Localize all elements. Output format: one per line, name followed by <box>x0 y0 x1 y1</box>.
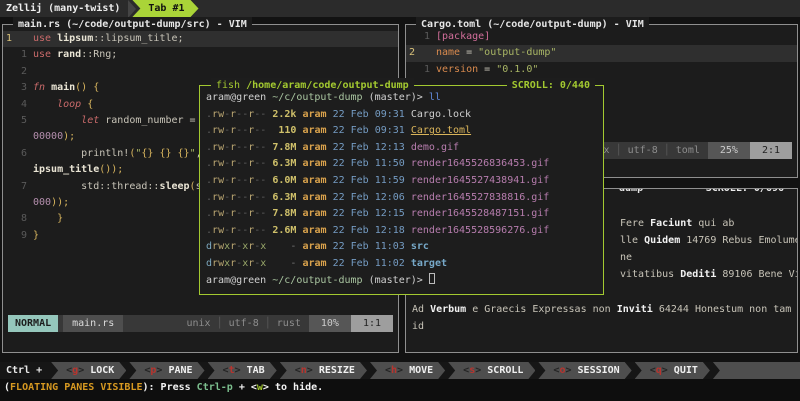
terminal-output: aram@green ~/c/output-dump (master)> ll.… <box>206 90 601 292</box>
code-line: 1[package] <box>406 29 797 45</box>
line-number: 1 <box>406 29 430 45</box>
pane-title-output-fragment: -dump <box>608 188 648 196</box>
file-row: .rw-r--r-- 6.3M aram 22 Feb 11:50 render… <box>206 156 601 173</box>
line-number: 6 <box>3 146 27 162</box>
code-line: 1use rand::Rng; <box>3 47 398 63</box>
zellij-top-bar: Zellij (many-twist) Tab #1 <box>0 0 800 17</box>
keybar-ribbon-resize[interactable]: <n> RESIZE <box>280 362 367 379</box>
keybar-filler <box>713 362 800 379</box>
file-name: render1645528487151.gif <box>411 208 549 219</box>
output-line: ne <box>620 249 797 266</box>
pane-title-main-rs: main.rs (~/code/output-dump/src) - VIM <box>13 17 252 32</box>
vim-mode-indicator: NORMAL <box>8 315 58 332</box>
keybar-ribbon-scroll[interactable]: <s> SCROLL <box>448 362 535 379</box>
line-number: 8 <box>3 211 27 227</box>
line-number: 1 <box>3 47 27 63</box>
keybar-ribbon-quit[interactable]: <q> QUIT <box>635 362 710 379</box>
keybar-ribbon-pane[interactable]: <p> PANE <box>129 362 204 379</box>
output-text-lower: Ad Verbum e Graecis Expressas non Inviti… <box>412 301 797 335</box>
prompt-line-history: aram@green ~/c/output-dump (master)> ll <box>206 90 601 107</box>
file-name: render1645527838816.gif <box>411 192 549 203</box>
output-line: lle Quidem 14769 Rebus Emolumen <box>620 232 797 249</box>
file-name: render1645526836453.gif <box>411 158 549 169</box>
line-number: 4 <box>3 97 27 113</box>
ctrl-prefix-label: Ctrl + <box>0 362 48 379</box>
output-line: Ad Verbum e Graecis Expressas non Inviti… <box>412 301 797 318</box>
file-row: .rw-r--r-- 7.8M aram 22 Feb 12:13 demo.g… <box>206 140 601 157</box>
keybar-ribbon-move[interactable]: <h> MOVE <box>370 362 445 379</box>
output-line: vitatibus Dediti 89106 Bene Viv <box>620 266 797 283</box>
keybar-ribbon-lock[interactable]: <g> LOCK <box>51 362 126 379</box>
output-line: Fere Faciunt qui ab <box>620 215 797 232</box>
line-number: 1 <box>3 31 27 47</box>
line-number: 2 <box>3 64 27 80</box>
file-name: target <box>411 258 447 269</box>
tab-1-ribbon[interactable]: Tab #1 <box>132 0 198 17</box>
zellij-keybinding-bar: Ctrl + <g> LOCK<p> PANE<t> TAB<n> RESIZE… <box>0 362 800 379</box>
vim-scroll-percent: 10% <box>309 315 351 332</box>
file-row: .rw-r--r-- 2.6M aram 22 Feb 12:18 render… <box>206 223 601 240</box>
line-number: 2 <box>406 45 430 61</box>
line-number: 3 <box>3 80 27 96</box>
file-row: .rw-r--r-- 7.8M aram 22 Feb 12:15 render… <box>206 206 601 223</box>
file-name: Cargo.lock <box>411 109 471 120</box>
vim-cursor-position: 1:1 <box>351 315 393 332</box>
line-number: 5 <box>3 113 27 129</box>
floating-pane-fish[interactable]: fish /home/aram/code/output-dump SCROLL:… <box>199 85 604 295</box>
session-name: Zellij (many-twist) <box>0 3 128 14</box>
file-row: drwxr-xr-x - aram 22 Feb 11:03 src <box>206 239 601 256</box>
file-row: .rw-r--r-- 2.2k aram 22 Feb 09:31 Cargo.… <box>206 107 601 124</box>
code-line: 1version = "0.1.0" <box>406 62 797 78</box>
file-name: Cargo.toml <box>411 125 471 136</box>
prompt-line-active[interactable]: aram@green ~/c/output-dump (master)> <box>206 273 601 290</box>
vim-statusline-main-rs: NORMAL main.rs unix │ utf-8 │ rust 10% 1… <box>8 315 393 332</box>
keybar-ribbon-tab[interactable]: <t> TAB <box>208 362 277 379</box>
keybar-ribbon-session[interactable]: <o> SESSION <box>538 362 631 379</box>
file-row: drwxr-xr-x - aram 22 Feb 11:02 target <box>206 256 601 273</box>
keybinding-ribbons: <g> LOCK<p> PANE<t> TAB<n> RESIZE<h> MOV… <box>48 362 710 379</box>
code-line: 1use lipsum::lipsum_title; <box>3 31 398 47</box>
output-text-upper: Fere Faciunt qui ablle Quidem 14769 Rebu… <box>620 215 797 283</box>
vim-cursor-position: 2:1 <box>750 142 792 159</box>
vim-fileinfo: unix │ utf-8 │ rust <box>178 315 308 332</box>
file-row: .rw-r--r-- 6.0M aram 22 Feb 11:59 render… <box>206 173 601 190</box>
line-number: 1 <box>406 62 430 78</box>
line-number: 9 <box>3 228 27 244</box>
vim-filename: main.rs <box>63 315 123 332</box>
vim-scroll-percent: 25% <box>708 142 750 159</box>
vim-buffer-cargo-toml: 1[package]2name = "output-dump"1version … <box>406 29 797 78</box>
code-line: 2name = "output-dump" <box>406 45 797 61</box>
floating-panes-hint: (FLOATING PANES VISIBLE): Press Ctrl-p +… <box>0 379 800 401</box>
output-line: id <box>412 318 797 335</box>
file-row: .rw-r--r-- 110 aram 22 Feb 09:31 Cargo.t… <box>206 123 601 140</box>
terminal-cursor <box>429 273 435 284</box>
file-row: .rw-r--r-- 6.3M aram 22 Feb 12:06 render… <box>206 190 601 207</box>
file-name: src <box>411 241 429 252</box>
file-name: render1645528596276.gif <box>411 225 549 236</box>
line-number: 7 <box>3 179 27 195</box>
file-name: render1645527438941.gif <box>411 175 549 186</box>
file-name: demo.gif <box>411 142 459 153</box>
scroll-indicator: SCROLL: 0/696 <box>701 188 789 196</box>
